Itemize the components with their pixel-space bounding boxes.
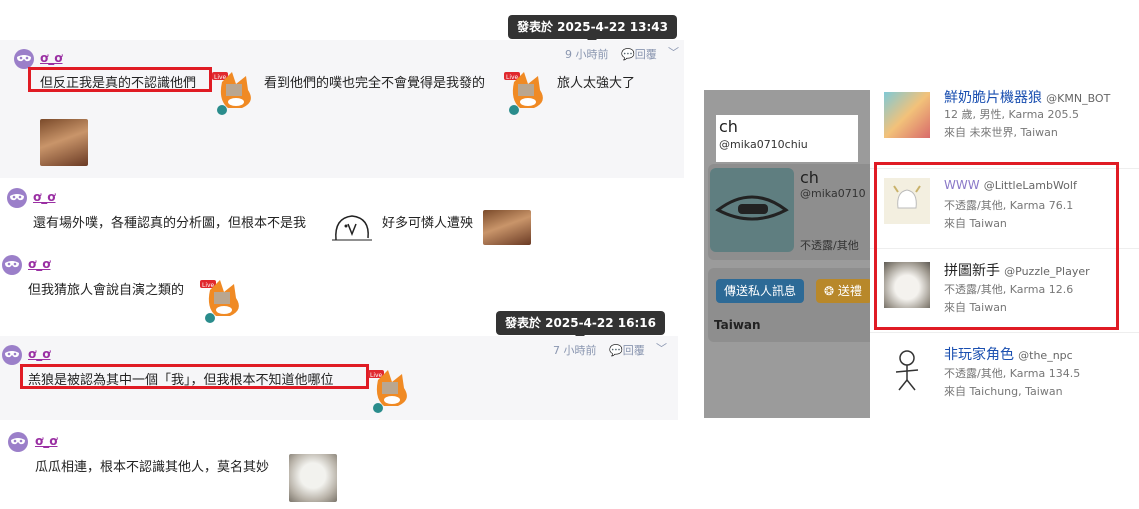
user-name[interactable]: 鮮奶脆片機器狼: [944, 90, 1042, 106]
timestamp-tooltip: 發表於 2025-4-22 16:16: [496, 311, 665, 340]
message-text: 旅人太強大了: [557, 76, 636, 91]
user-avatar[interactable]: [884, 92, 930, 138]
eye-drawing-icon: [715, 195, 789, 221]
timestamp-tooltip: 發表於 2025-4-22 13:43: [508, 15, 677, 44]
user-info: 12 歲, 男性, Karma 205.5: [944, 108, 1080, 121]
chevron-down-icon[interactable]: ﹀: [668, 44, 679, 60]
user-info: 不透露/其他, Karma 134.5: [944, 367, 1081, 380]
profile-gender: 不透露/其他: [800, 239, 859, 252]
user-name[interactable]: 非玩家角色: [944, 347, 1014, 363]
mask-avatar-icon[interactable]: [8, 432, 28, 452]
username-link[interactable]: ơ_ơ: [40, 51, 63, 65]
fox-live-sticker: Live: [368, 366, 414, 418]
profile-location: Taiwan: [714, 318, 761, 332]
cat-image[interactable]: [289, 454, 337, 502]
fox-live-sticker: Live: [212, 68, 258, 120]
relative-time: 9 小時前: [565, 48, 609, 61]
profile-avatar[interactable]: [710, 168, 794, 252]
message-text: 好多可憐人遭殃: [382, 216, 474, 231]
mask-avatar-icon[interactable]: [7, 188, 27, 208]
username-link[interactable]: ơ_ơ: [28, 347, 51, 361]
relative-time: 7 小時前: [553, 344, 597, 357]
send-private-message-button[interactable]: 傳送私人訊息: [716, 279, 805, 303]
laughing-man-image[interactable]: [40, 119, 88, 166]
profile-name: ch: [719, 117, 738, 136]
user-location: 來自 未來世界, Taiwan: [944, 126, 1058, 139]
fox-live-sticker: Live: [200, 276, 246, 328]
gift-icon: ❂: [824, 284, 838, 298]
profile-card-name: ch: [800, 168, 819, 187]
mask-avatar-icon[interactable]: [2, 345, 22, 365]
mask-avatar-icon[interactable]: [14, 49, 34, 69]
reply-button[interactable]: 💬回覆: [621, 46, 657, 62]
send-gift-button[interactable]: ❂ 送禮: [816, 279, 872, 303]
username-link[interactable]: ơ_ơ: [33, 190, 56, 204]
username-link[interactable]: ơ_ơ: [35, 434, 58, 448]
chevron-down-icon[interactable]: ﹀: [656, 340, 667, 356]
user-handle: @the_npc: [1018, 349, 1073, 362]
user-list-item[interactable]: 鮮奶脆片機器狼 @KMN_BOT 12 歲, 男性, Karma 205.5 來…: [870, 84, 1139, 169]
user-handle: @KMN_BOT: [1046, 92, 1111, 105]
reply-button[interactable]: 💬回覆: [609, 342, 645, 358]
laughing-man-image[interactable]: [483, 210, 531, 245]
doodle-face-icon: [330, 210, 374, 250]
user-location: 來自 Taichung, Taiwan: [944, 385, 1063, 398]
profile-card-handle: @mika0710: [800, 187, 866, 200]
message-text: 羔狼是被認為其中一個「我」，但我根本不知道他哪位: [28, 373, 334, 388]
speech-bubble-icon: 💬: [621, 48, 635, 61]
user-list-item[interactable]: 非玩家角色 @the_npc 不透露/其他, Karma 134.5 來自 Ta…: [870, 332, 1139, 416]
message-text: 但我猜旅人會說自演之類的: [28, 283, 185, 298]
username-link[interactable]: ơ_ơ: [28, 257, 51, 271]
profile-handle: @mika0710chiu: [719, 138, 808, 151]
highlight-box: [874, 162, 1119, 330]
fox-live-sticker: Live: [504, 68, 550, 120]
speech-bubble-icon: 💬: [609, 344, 623, 357]
message-text: 還有場外噗，各種認真的分析圖，但根本不是我: [33, 216, 307, 231]
message-text: 瓜瓜相連，根本不認識其他人，莫名其妙: [35, 460, 270, 475]
stick-figure-icon: [895, 350, 919, 391]
mask-avatar-icon[interactable]: [2, 255, 22, 275]
message-text: 但反正我是真的不認識他們: [40, 76, 197, 91]
user-avatar[interactable]: [884, 348, 930, 394]
message-text: 看到他們的噗也完全不會覺得是我發的: [264, 76, 486, 91]
